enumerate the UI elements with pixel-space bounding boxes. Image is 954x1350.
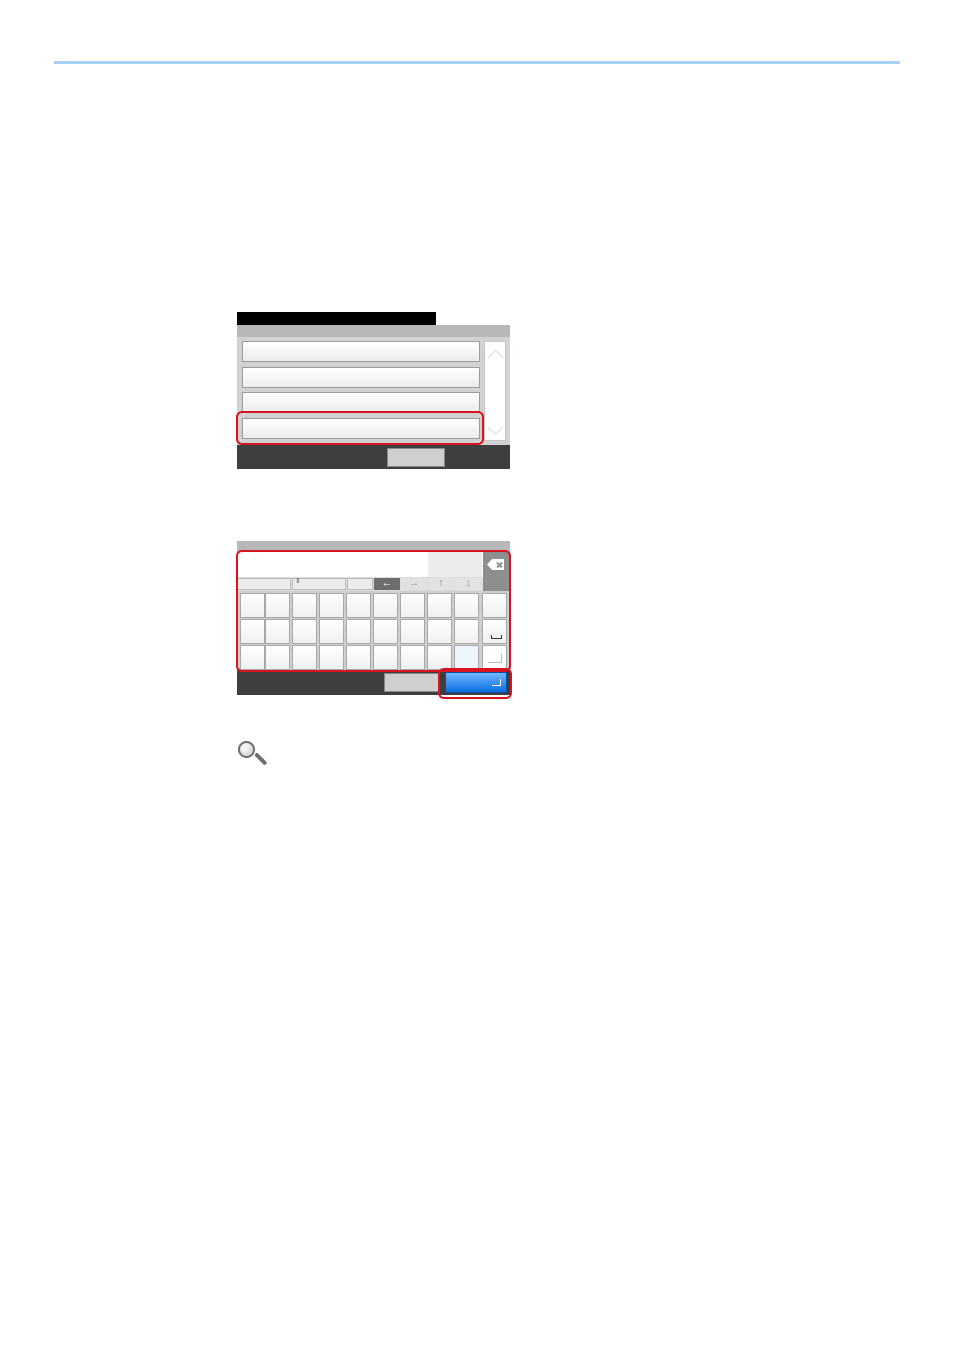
list-item[interactable] [242,341,480,362]
highlight-keyboard [236,550,511,672]
bottom-bar [237,445,510,469]
scroll-down-icon[interactable] [487,419,504,436]
highlight-ok-button [438,668,512,699]
magnifier-icon [236,739,270,773]
list-screen [237,312,510,469]
close-button[interactable] [387,448,445,467]
scrollbar[interactable] [484,341,506,441]
list-item[interactable] [242,392,480,413]
screen-title-bar [237,312,436,325]
column-header-bar [237,325,510,337]
list-item[interactable] [242,367,480,388]
highlight-selected-item [236,411,484,445]
scroll-up-icon[interactable] [487,349,504,366]
magnifier-lens [238,741,255,758]
header-rule [54,61,900,64]
magnifier-handle [254,752,268,766]
cancel-button[interactable] [384,673,440,692]
